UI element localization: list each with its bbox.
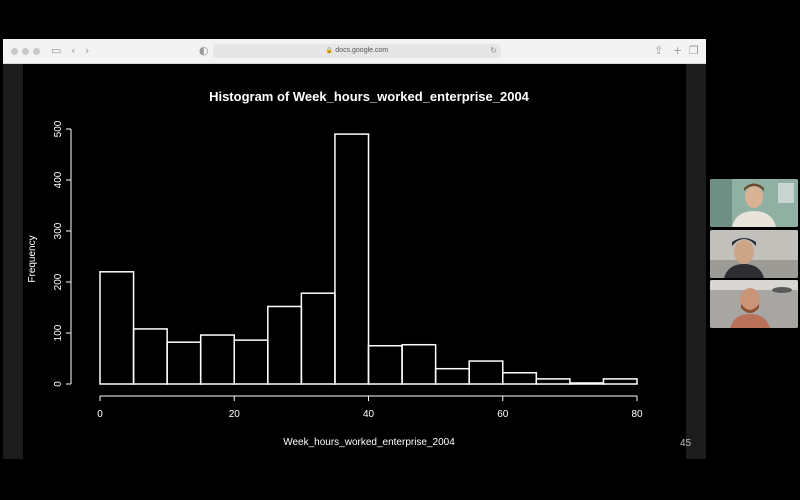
url-text: docs.google.com [335, 47, 389, 54]
histogram-bar [199, 334, 235, 385]
x-tick-label: 60 [497, 409, 509, 420]
browser-window: ▭ ‹ › ◐ 🔒 docs.google.com ↻ ⇪ + ❐ Histogr… [3, 39, 706, 459]
histogram-bar [434, 367, 470, 385]
y-tick-label: 0 [53, 381, 64, 387]
address-bar[interactable]: 🔒 docs.google.com ↻ [213, 44, 501, 58]
tabs-icon[interactable]: ❐ [689, 43, 699, 59]
y-tick-label: 200 [53, 273, 64, 290]
histogram-bar [401, 343, 437, 385]
y-tick-label: 300 [53, 222, 64, 239]
histogram-bar [502, 372, 538, 385]
x-tick-label: 80 [631, 409, 643, 420]
histogram-bar [166, 341, 202, 385]
participant-avatar-1 [710, 179, 798, 227]
histogram-bar [468, 360, 504, 385]
left-margin [3, 64, 23, 459]
participant-avatar-2 [710, 230, 798, 278]
url-display: 🔒 docs.google.com [213, 44, 501, 58]
maximize-window-button[interactable] [33, 48, 40, 55]
histogram-bar [535, 378, 571, 385]
chart-title: Histogram of Week_hours_worked_enterpris… [209, 89, 530, 104]
histogram-bar [334, 133, 370, 385]
forward-icon[interactable]: › [85, 43, 89, 59]
histogram-bar [300, 292, 336, 385]
screen: { "browser": { "url": "docs.google.com",… [0, 0, 800, 500]
new-tab-icon[interactable]: + [673, 43, 682, 59]
histogram-chart: Histogram of Week_hours_worked_enterpris… [27, 89, 643, 448]
histogram-bar [569, 382, 605, 385]
participant-video-1[interactable] [710, 179, 798, 227]
minimize-window-button[interactable] [22, 48, 29, 55]
y-tick-label: 400 [53, 171, 64, 188]
browser-toolbar: ▭ ‹ › ◐ 🔒 docs.google.com ↻ ⇪ + ❐ [3, 39, 706, 64]
back-icon[interactable]: ‹ [71, 43, 75, 59]
x-tick-label: 0 [97, 409, 103, 420]
participant-video-3[interactable] [710, 280, 798, 328]
x-axis-label: Week_hours_worked_enterprise_2004 [283, 437, 455, 448]
right-margin [686, 64, 706, 459]
x-tick-label: 40 [363, 409, 375, 420]
y-tick-label: 100 [53, 324, 64, 341]
x-tick-label: 20 [229, 409, 241, 420]
close-window-button[interactable] [11, 48, 18, 55]
share-icon[interactable]: ⇪ [654, 43, 663, 59]
histogram-bar [602, 378, 638, 385]
reload-icon[interactable]: ↻ [490, 44, 497, 58]
histogram-bar [367, 345, 403, 385]
sidebar-icon[interactable]: ▭ [51, 43, 61, 59]
slide-canvas: Histogram of Week_hours_worked_enterpris… [23, 64, 686, 459]
lock-icon: 🔒 [325, 48, 334, 54]
histogram-bar [233, 339, 269, 385]
y-tick-label: 500 [53, 120, 64, 137]
histogram-bar [99, 271, 135, 385]
participant-video-2[interactable] [710, 230, 798, 278]
histogram-bar [267, 305, 303, 385]
slide-page-number: 45 [680, 438, 692, 449]
y-axis-label: Frequency [27, 235, 38, 282]
shield-icon[interactable]: ◐ [199, 43, 209, 59]
participant-avatar-3 [710, 280, 798, 328]
histogram-bar [132, 328, 168, 385]
